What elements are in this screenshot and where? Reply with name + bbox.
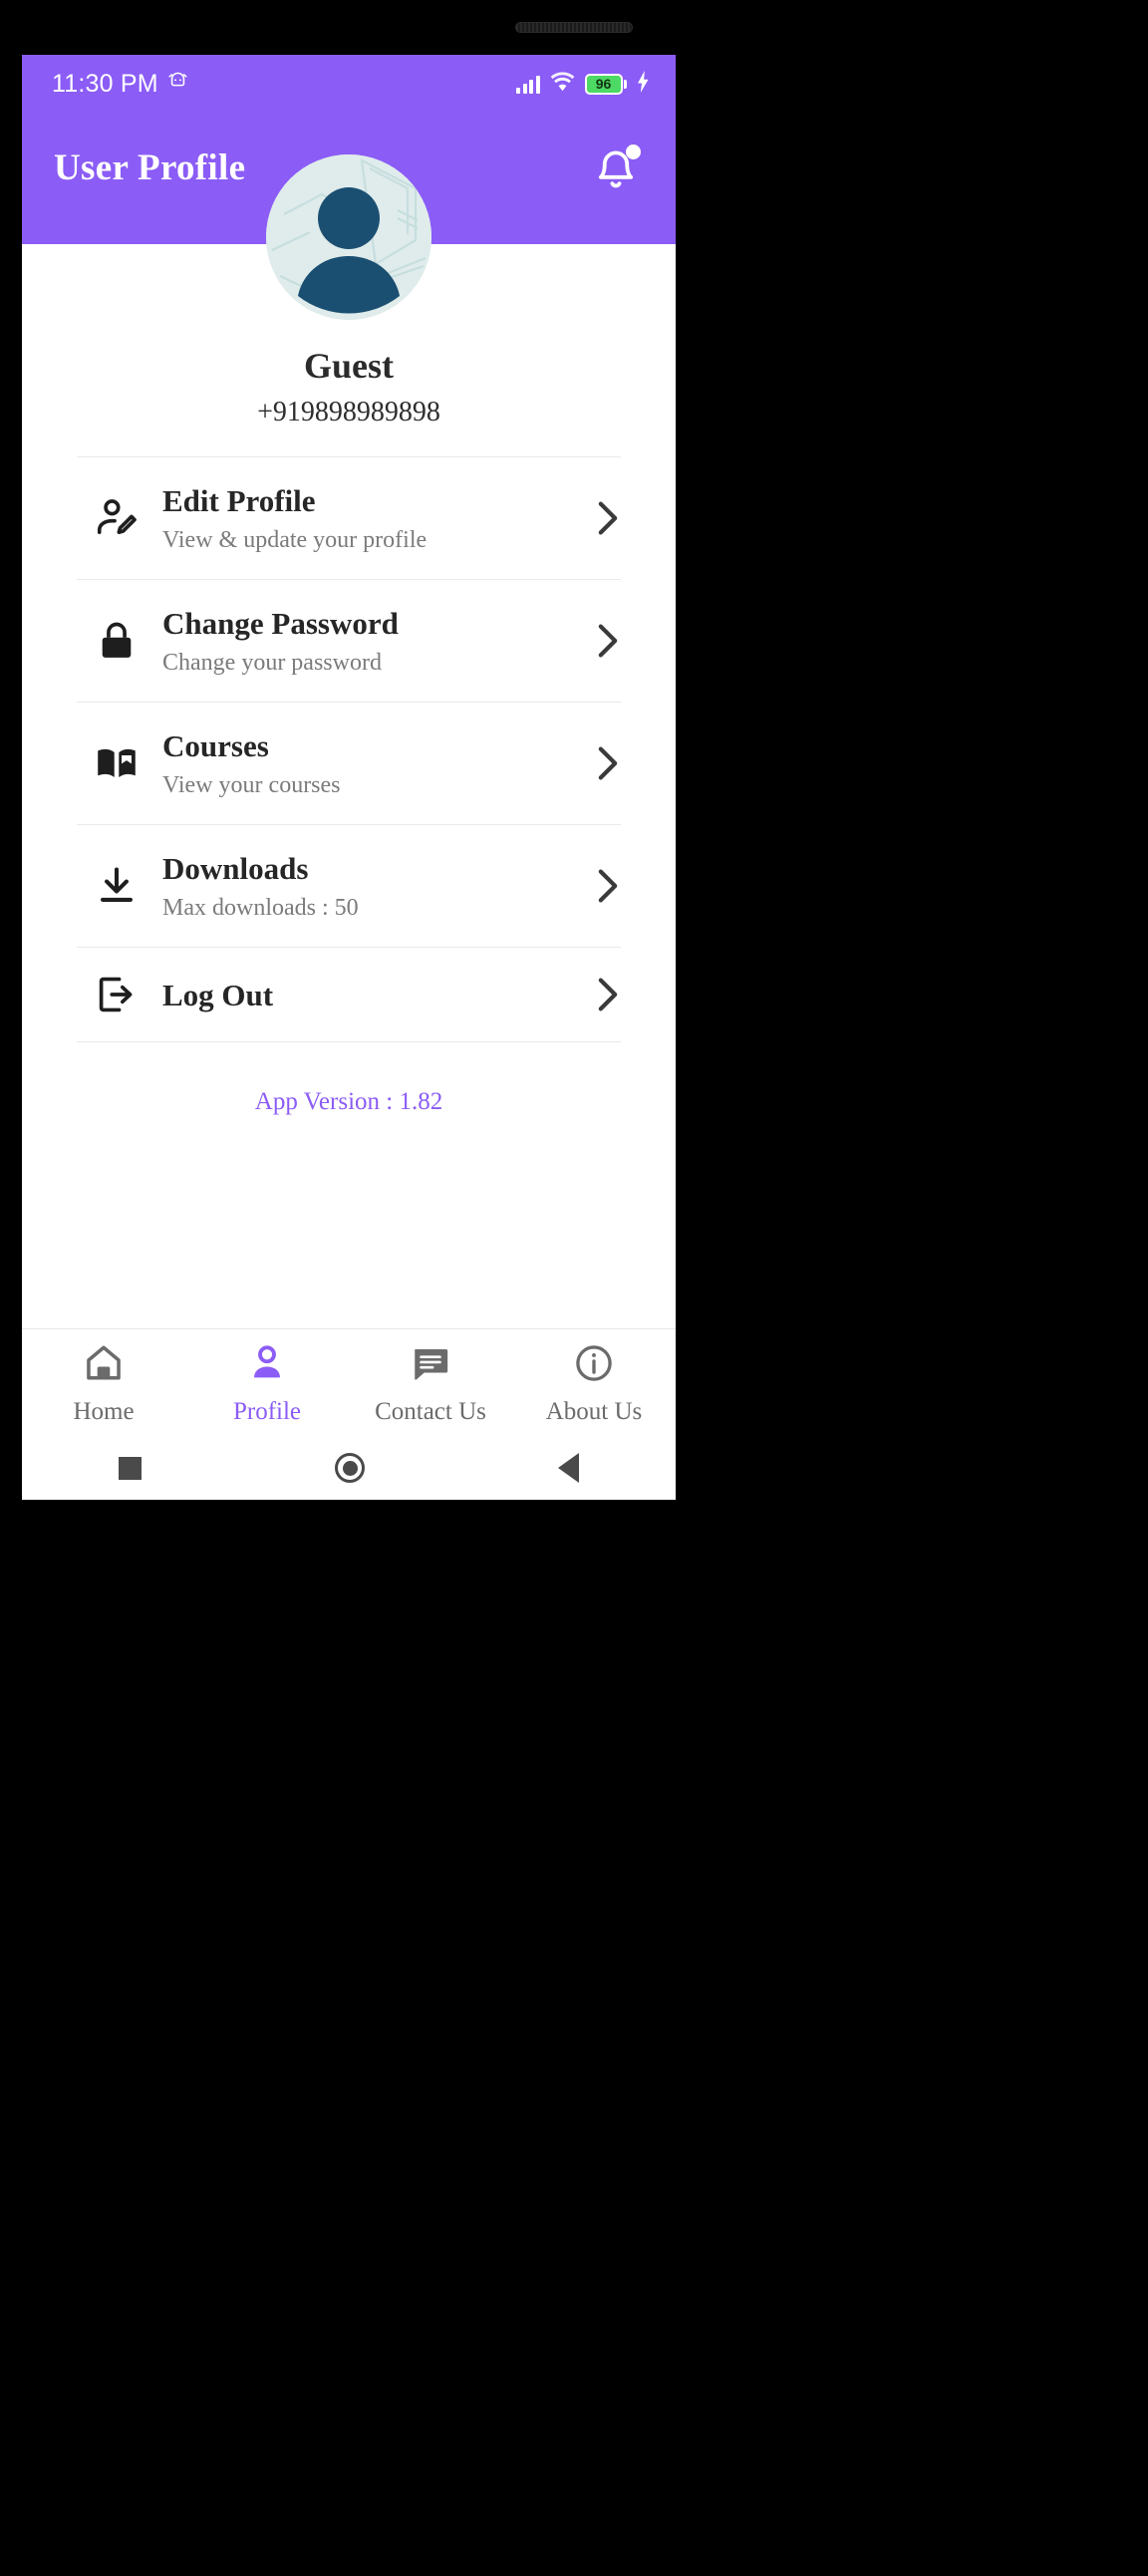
status-time: 11:30 PM bbox=[52, 69, 158, 98]
menu-item-title: Change Password bbox=[162, 605, 399, 641]
chevron-right-icon bbox=[579, 868, 621, 904]
cellular-signal-icon bbox=[516, 75, 540, 94]
nav-item-profile[interactable]: Profile bbox=[185, 1342, 349, 1424]
bottom-navigation-bar: Home Profile Contact Us About Us bbox=[22, 1328, 676, 1436]
app-version-label: App Version : 1.82 bbox=[254, 1088, 443, 1116]
chat-icon bbox=[410, 1342, 451, 1389]
chevron-right-icon bbox=[579, 500, 621, 536]
menu-item-subtitle: Max downloads : 50 bbox=[162, 895, 359, 922]
nav-label: Profile bbox=[232, 1397, 302, 1425]
nav-label: Home bbox=[73, 1397, 135, 1425]
menu-item-downloads[interactable]: Downloads Max downloads : 50 bbox=[77, 824, 621, 947]
triangle-back-icon[interactable] bbox=[558, 1453, 579, 1483]
book-icon bbox=[77, 740, 156, 786]
nav-label: Contact Us bbox=[375, 1397, 486, 1425]
home-icon bbox=[83, 1342, 125, 1389]
menu-item-subtitle: Change your password bbox=[162, 650, 382, 677]
user-avatar-image bbox=[266, 154, 431, 320]
android-system-navigation bbox=[22, 1436, 676, 1500]
avatar[interactable] bbox=[266, 154, 431, 320]
status-bar-right: 96 bbox=[516, 70, 650, 98]
phone-frame: 11:30 PM 96 User Profile Guest +91989898… bbox=[0, 0, 1148, 2576]
logout-icon bbox=[77, 973, 156, 1016]
nav-item-home[interactable]: Home bbox=[22, 1342, 185, 1424]
info-icon bbox=[573, 1342, 615, 1389]
nav-label: About Us bbox=[545, 1397, 643, 1425]
battery-icon: 96 bbox=[584, 73, 627, 95]
menu-item-edit-profile[interactable]: Edit Profile View & update your profile bbox=[77, 456, 621, 579]
circle-home-icon[interactable] bbox=[335, 1453, 365, 1483]
menu-item-text: Log Out bbox=[156, 977, 579, 1013]
chevron-right-icon bbox=[579, 745, 621, 781]
alarm-icon bbox=[167, 71, 188, 97]
charging-bolt-icon bbox=[637, 70, 650, 98]
phone-earpiece-notch bbox=[515, 22, 633, 33]
menu-item-title: Downloads bbox=[162, 850, 309, 886]
profile-menu-list: Edit Profile View & update your profile … bbox=[22, 456, 676, 1043]
square-recents-icon[interactable] bbox=[119, 1456, 142, 1480]
menu-item-subtitle: View & update your profile bbox=[162, 527, 428, 554]
nav-item-about-us[interactable]: About Us bbox=[512, 1342, 676, 1424]
notification-button[interactable] bbox=[592, 144, 641, 194]
chevron-right-icon bbox=[579, 623, 621, 659]
menu-item-title: Courses bbox=[162, 727, 269, 763]
lock-icon bbox=[77, 619, 156, 663]
menu-item-text: Courses View your courses bbox=[156, 727, 579, 800]
menu-item-text: Downloads Max downloads : 50 bbox=[156, 850, 579, 923]
profile-phone: +919898989898 bbox=[257, 397, 440, 428]
download-icon bbox=[77, 864, 156, 908]
menu-item-log-out[interactable]: Log Out bbox=[77, 947, 621, 1043]
battery-level-text: 96 bbox=[595, 76, 612, 92]
chevron-right-icon bbox=[579, 977, 621, 1012]
person-icon bbox=[246, 1342, 288, 1389]
menu-item-subtitle: View your courses bbox=[162, 772, 341, 799]
menu-item-title: Edit Profile bbox=[162, 482, 316, 518]
menu-item-change-password[interactable]: Change Password Change your password bbox=[77, 579, 621, 702]
profile-name: Guest bbox=[304, 346, 394, 386]
notification-badge bbox=[626, 144, 641, 159]
status-bar-left: 11:30 PM bbox=[52, 70, 188, 99]
status-bar: 11:30 PM 96 bbox=[22, 55, 676, 113]
phone-screen: 11:30 PM 96 User Profile Guest +91989898… bbox=[22, 55, 676, 1500]
menu-item-text: Edit Profile View & update your profile bbox=[156, 482, 579, 555]
speaker-grille bbox=[516, 23, 632, 32]
page-title: User Profile bbox=[54, 147, 246, 188]
menu-item-title: Log Out bbox=[162, 977, 274, 1012]
edit-profile-icon bbox=[77, 495, 156, 541]
identity-block: Guest +919898989898 bbox=[22, 340, 676, 430]
wifi-icon bbox=[550, 71, 575, 97]
menu-item-text: Change Password Change your password bbox=[156, 605, 579, 678]
nav-item-contact-us[interactable]: Contact Us bbox=[349, 1342, 512, 1424]
avatar-zone bbox=[22, 154, 676, 340]
menu-item-courses[interactable]: Courses View your courses bbox=[77, 702, 621, 824]
